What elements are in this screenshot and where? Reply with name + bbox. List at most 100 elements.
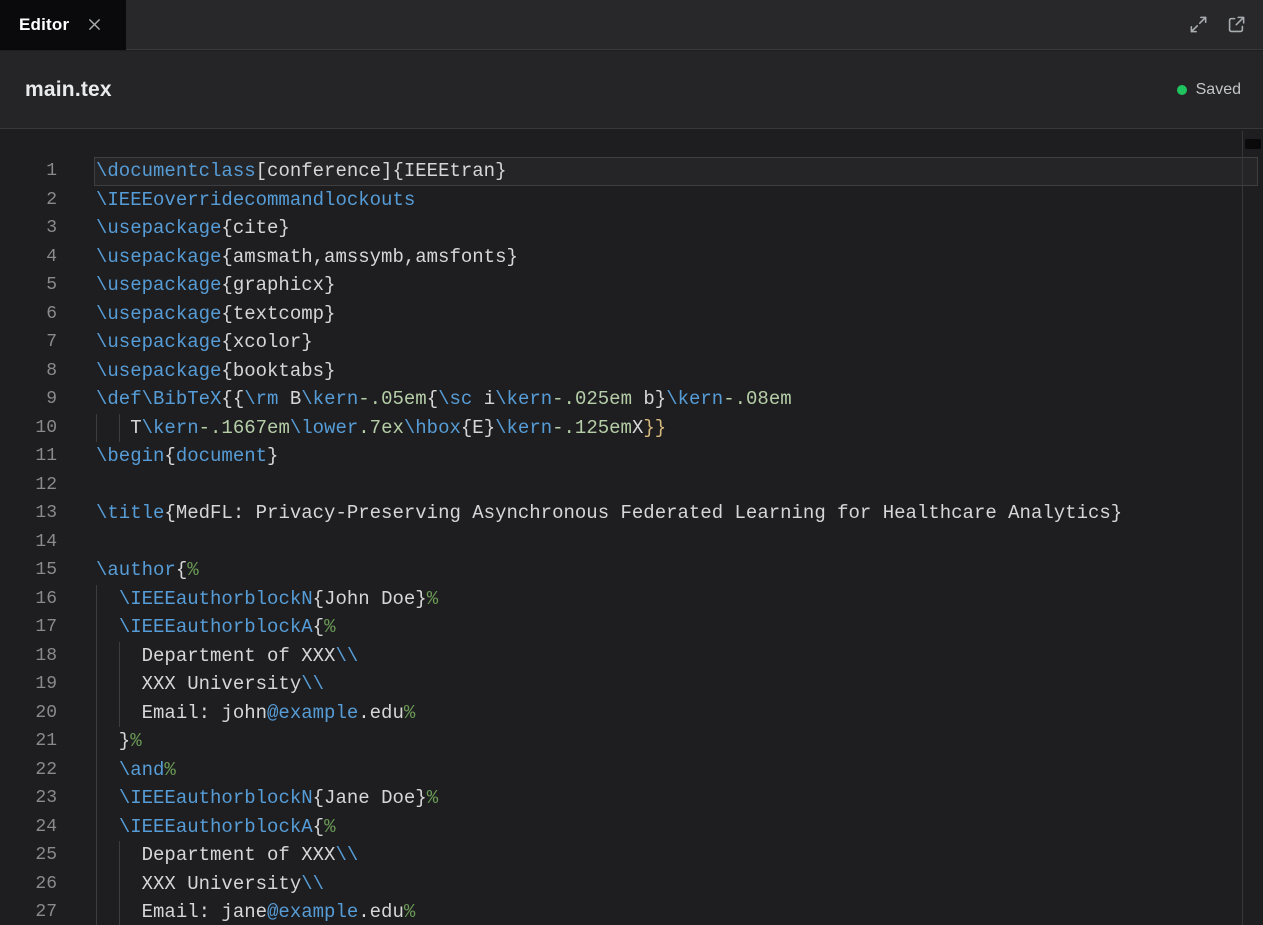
code-line[interactable]: 9\def\BibTeX{{\rm B\kern-.05em{\sc i\ker…: [0, 385, 1263, 414]
code-line[interactable]: 7\usepackage{xcolor}: [0, 328, 1263, 357]
code-token: \usepackage: [96, 303, 221, 325]
code-token: \kern: [666, 388, 723, 410]
code-line[interactable]: 10 T\kern-.1667em\lower.7ex\hbox{E}\kern…: [0, 414, 1263, 443]
indent-guide: [119, 841, 120, 870]
line-content: Email: john@example.edu%: [96, 699, 415, 728]
code-line[interactable]: 15\author{%: [0, 556, 1263, 585]
code-line[interactable]: 14: [0, 528, 1263, 557]
code-line[interactable]: 5\usepackage{graphicx}: [0, 271, 1263, 300]
code-line[interactable]: 13\title{MedFL: Privacy-Preserving Async…: [0, 499, 1263, 528]
line-content: \usepackage{graphicx}: [96, 271, 335, 300]
code-token: %: [164, 759, 175, 781]
code-token: %: [427, 787, 438, 809]
scrollbar-thumb[interactable]: [1245, 139, 1261, 149]
code-line[interactable]: 26 XXX University\\: [0, 870, 1263, 899]
code-token: \kern: [495, 388, 552, 410]
code-line[interactable]: 20 Email: john@example.edu%: [0, 699, 1263, 728]
tab-editor-label: Editor: [19, 15, 69, 35]
open-external-icon[interactable]: [1225, 14, 1247, 36]
file-header: main.tex Saved: [0, 51, 1263, 129]
scrollbar-track[interactable]: [1242, 131, 1263, 925]
code-line[interactable]: 8\usepackage{booktabs}: [0, 357, 1263, 386]
editor-window: { "window": { "tab": { "label": "Editor"…: [0, 0, 1263, 925]
line-number: 21: [0, 727, 57, 756]
code-token: \IEEEoverridecommandlockouts: [96, 189, 415, 211]
line-content: \documentclass[conference]{IEEEtran}: [96, 157, 506, 186]
code-token: \IEEEauthorblockN: [119, 787, 313, 809]
line-content: \usepackage{textcomp}: [96, 300, 335, 329]
indent-guide: [96, 841, 97, 870]
code-line[interactable]: 16 \IEEEauthorblockN{John Doe}%: [0, 585, 1263, 614]
code-token: %: [130, 730, 141, 752]
code-token: }}: [643, 417, 666, 439]
code-token: \IEEEauthorblockA: [119, 816, 313, 838]
code-line[interactable]: 6\usepackage{textcomp}: [0, 300, 1263, 329]
code-token: @example: [267, 901, 358, 923]
line-content: \IEEEauthorblockN{John Doe}%: [96, 585, 438, 614]
line-number: 11: [0, 442, 57, 471]
line-content: \and%: [96, 756, 176, 785]
indent-guide: [96, 642, 97, 671]
code-line[interactable]: 19 XXX University\\: [0, 670, 1263, 699]
code-token: Email: jane: [96, 901, 267, 923]
code-token: [96, 816, 119, 838]
line-number: 16: [0, 585, 57, 614]
line-number: 22: [0, 756, 57, 785]
code-line[interactable]: 25 Department of XXX\\: [0, 841, 1263, 870]
line-number: 2: [0, 186, 57, 215]
code-token: {E}: [461, 417, 495, 439]
indent-guide: [96, 670, 97, 699]
indent-guide: [96, 414, 97, 443]
code-token: -.08em: [723, 388, 791, 410]
line-number: 27: [0, 898, 57, 925]
code-token: \usepackage: [96, 274, 221, 296]
code-line[interactable]: 27 Email: jane@example.edu%: [0, 898, 1263, 925]
code-line[interactable]: 2 \IEEEoverridecommandlockouts: [0, 186, 1263, 215]
code-line[interactable]: 17 \IEEEauthorblockA{%: [0, 613, 1263, 642]
code-line[interactable]: 23 \IEEEauthorblockN{Jane Doe}%: [0, 784, 1263, 813]
code-line[interactable]: 18 Department of XXX\\: [0, 642, 1263, 671]
line-number: 13: [0, 499, 57, 528]
save-status: Saved: [1177, 81, 1241, 99]
line-content: }%: [96, 727, 142, 756]
close-icon[interactable]: [83, 14, 105, 36]
code-token: .edu: [358, 901, 404, 923]
tab-editor[interactable]: Editor: [0, 0, 126, 50]
code-token: \\: [335, 645, 358, 667]
code-line[interactable]: 12: [0, 471, 1263, 500]
code-token: \and: [119, 759, 165, 781]
line-number: 8: [0, 357, 57, 386]
code-token: \author: [96, 559, 176, 581]
code-line[interactable]: 11\begin{document}: [0, 442, 1263, 471]
code-token: \usepackage: [96, 246, 221, 268]
line-content: XXX University\\: [96, 870, 324, 899]
line-content: \IEEEauthorblockN{Jane Doe}%: [96, 784, 438, 813]
line-number: 19: [0, 670, 57, 699]
code-line[interactable]: 24 \IEEEauthorblockA{%: [0, 813, 1263, 842]
code-token: \begin: [96, 445, 164, 467]
expand-icon[interactable]: [1187, 14, 1209, 36]
line-content: Email: jane@example.edu%: [96, 898, 415, 925]
indent-guide: [96, 870, 97, 899]
code-editor[interactable]: 1\documentclass[conference]{IEEEtran}2 \I…: [0, 130, 1263, 925]
code-token: -.125em: [552, 417, 632, 439]
code-token: .edu: [358, 702, 404, 724]
code-token: \\: [301, 873, 324, 895]
code-line[interactable]: 21 }%: [0, 727, 1263, 756]
code-line[interactable]: 22 \and%: [0, 756, 1263, 785]
line-content: Department of XXX\\: [96, 841, 358, 870]
code-line[interactable]: 3\usepackage{cite}: [0, 214, 1263, 243]
code-line[interactable]: 4\usepackage{amsmath,amssymb,amsfonts}: [0, 243, 1263, 272]
line-content: \IEEEauthorblockA{%: [96, 613, 335, 642]
code-token: %: [404, 901, 415, 923]
code-token: Department of XXX: [96, 844, 335, 866]
code-line[interactable]: 1\documentclass[conference]{IEEEtran}: [0, 157, 1263, 186]
code-token: \usepackage: [96, 217, 221, 239]
line-number: 20: [0, 699, 57, 728]
code-token: {John Doe}: [313, 588, 427, 610]
line-number: 17: [0, 613, 57, 642]
code-token: X: [632, 417, 643, 439]
saved-label: Saved: [1196, 81, 1241, 99]
code-token: .7ex: [358, 417, 404, 439]
indent-guide: [119, 699, 120, 728]
